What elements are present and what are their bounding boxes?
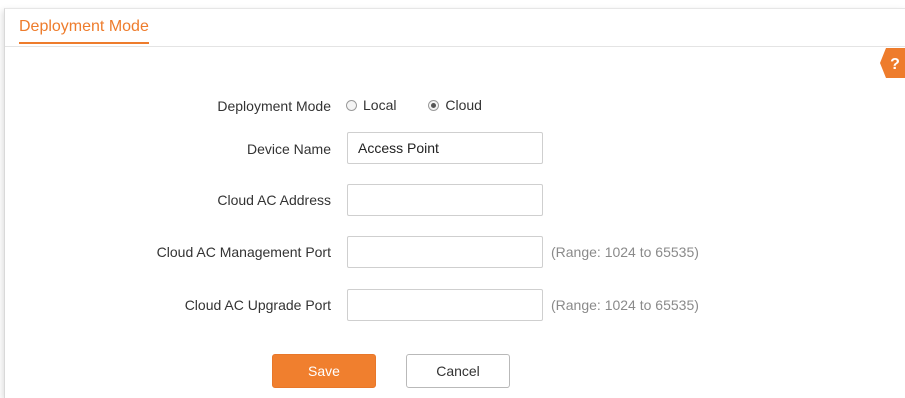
radio-cloud-button[interactable] xyxy=(428,99,440,111)
cancel-button[interactable]: Cancel xyxy=(406,354,510,388)
device-name-input[interactable] xyxy=(347,132,543,164)
radio-local-button[interactable] xyxy=(346,99,357,111)
cloud-ac-address-input[interactable] xyxy=(347,184,543,216)
help-glyph: ? xyxy=(890,56,900,73)
management-port-range-hint: (Range: 1024 to 65535) xyxy=(551,244,699,260)
help-icon[interactable]: ? xyxy=(880,48,905,78)
cloud-ac-upgrade-port-label: Cloud AC Upgrade Port xyxy=(184,297,331,313)
cloud-ac-management-port-label: Cloud AC Management Port xyxy=(156,244,331,260)
radio-local[interactable]: Local xyxy=(346,97,396,113)
deployment-mode-panel: Deployment Mode ? Deployment Mode Local … xyxy=(4,8,905,398)
radio-local-label: Local xyxy=(363,97,397,113)
upgrade-port-range-hint: (Range: 1024 to 65535) xyxy=(551,297,699,313)
cloud-ac-upgrade-port-input[interactable] xyxy=(347,289,543,321)
radio-cloud-label: Cloud xyxy=(445,97,482,113)
device-name-label: Device Name xyxy=(246,141,331,157)
cloud-ac-management-port-input[interactable] xyxy=(347,236,543,268)
cloud-ac-address-label: Cloud AC Address xyxy=(217,192,331,208)
radio-cloud[interactable]: Cloud xyxy=(428,97,482,113)
save-button[interactable]: Save xyxy=(272,354,376,388)
tab-deployment-mode[interactable]: Deployment Mode xyxy=(19,18,149,44)
tab-divider xyxy=(5,46,905,47)
deployment-mode-label: Deployment Mode xyxy=(217,98,331,114)
deployment-mode-radio-group: Local Cloud xyxy=(346,97,510,115)
